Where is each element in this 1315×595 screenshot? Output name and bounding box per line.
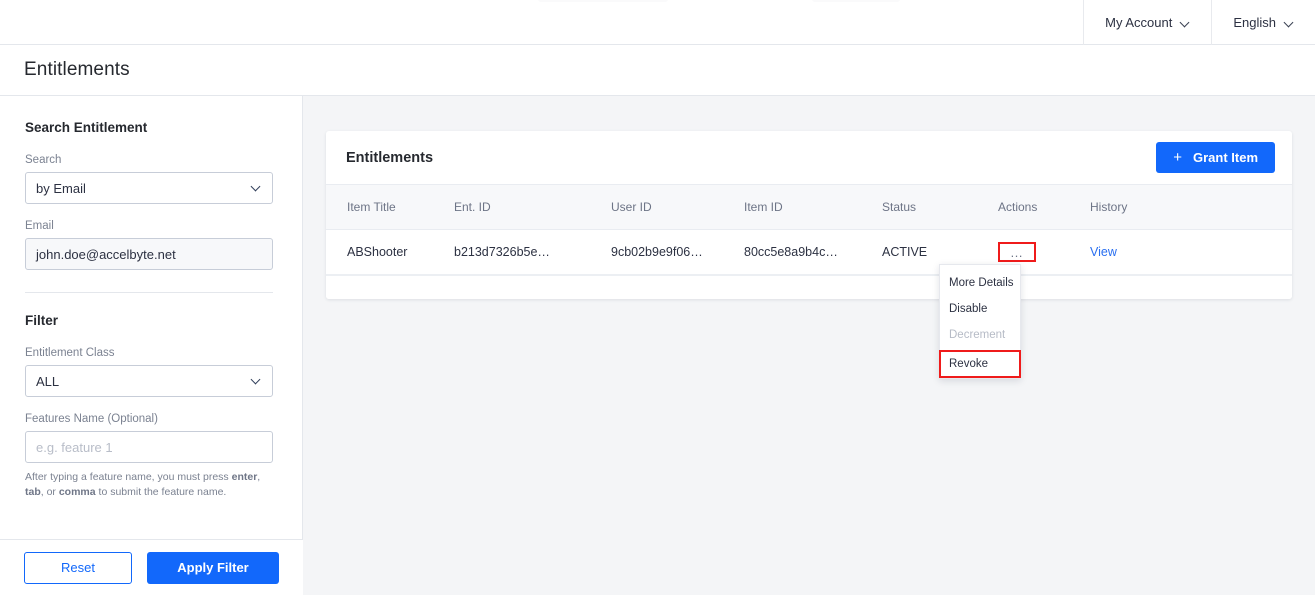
filter-heading: Filter (25, 313, 59, 328)
email-group: Email john.doe@accelbyte.net (25, 220, 274, 270)
email-value: john.doe@accelbyte.net (36, 246, 176, 262)
helper-sep-2: , or (40, 486, 59, 499)
card-header: Entitlements + Grant Item (326, 131, 1292, 184)
language-menu[interactable]: English (1211, 0, 1315, 45)
cell-history: View (1090, 230, 1292, 275)
column-history: History (1090, 200, 1128, 214)
entitlement-class-group: Entitlement Class ALL (25, 347, 274, 397)
cell-item-id: 80cc5e8a9b4c… (744, 245, 838, 259)
cell-user-id: 9cb02b9e9f06… (611, 245, 703, 259)
entitlements-page: My Account English Entitlements Search E… (0, 0, 1315, 595)
features-name-group: Features Name (Optional) e.g. feature 1 … (25, 413, 274, 500)
cell-ent-id: b213d7326b5e… (454, 245, 550, 259)
card-footer (326, 275, 1292, 299)
table-header: Item Title Ent. ID User ID Item ID Statu… (326, 184, 1292, 230)
column-item-title: Item Title (347, 200, 396, 214)
menu-item-more-details[interactable]: More Details (940, 270, 1020, 296)
helper-sep-1: , (257, 471, 261, 483)
chevron-down-icon (252, 183, 262, 193)
menu-item-disable[interactable]: Disable (940, 296, 1020, 322)
helper-key-enter: enter (231, 471, 258, 483)
helper-suffix: to submit the feature name. (95, 486, 227, 499)
table-body: ABShooter b213d7326b5e… 9cb02b9e9f06… 80… (326, 230, 1292, 275)
table-row: ABShooter b213d7326b5e… 9cb02b9e9f06… 80… (326, 230, 1292, 275)
reset-button[interactable]: Reset (24, 551, 132, 584)
cell-item-title: ABShooter (347, 245, 408, 259)
features-name-input[interactable]: e.g. feature 1 (25, 431, 273, 463)
column-item-id: Item ID (744, 200, 783, 214)
entitlement-class-label: Entitlement Class (25, 347, 115, 359)
column-user-id: User ID (611, 200, 652, 214)
search-type-value: by Email (36, 180, 86, 196)
sidebar-footer: Reset Apply Filter (0, 539, 303, 595)
ellipsis-icon: … (1010, 244, 1024, 260)
cut-off-element-left (538, 0, 668, 2)
card-title: Entitlements (346, 149, 434, 166)
menu-item-revoke[interactable]: Revoke (939, 350, 1021, 378)
row-actions-button[interactable]: … (998, 242, 1036, 262)
search-label: Search (25, 154, 62, 166)
menu-item-decrement: Decrement (949, 329, 1006, 341)
page-title: Entitlements (24, 59, 130, 80)
language-label: English (1233, 14, 1276, 30)
features-name-placeholder: e.g. feature 1 (36, 439, 113, 455)
column-status: Status (882, 200, 917, 214)
filter-sidebar: Search Entitlement Search by Email Email… (0, 96, 303, 595)
entitlement-class-value: ALL (36, 373, 60, 389)
row-actions-menu: More Details Disable Decrement Revoke (939, 264, 1021, 379)
table-header-row: Item Title Ent. ID User ID Item ID Statu… (326, 184, 1292, 230)
entitlement-class-select[interactable]: ALL (25, 365, 273, 397)
search-entitlement-heading: Search Entitlement (25, 120, 148, 135)
grant-item-label: Grant Item (1192, 150, 1258, 165)
helper-prefix: After typing a feature name, you must pr… (25, 471, 232, 483)
helper-key-comma: comma (58, 486, 96, 499)
plus-icon: + (1173, 149, 1182, 166)
grant-item-button[interactable]: + Grant Item (1156, 142, 1275, 173)
top-bar: My Account English (0, 0, 1315, 45)
features-helper-text: After typing a feature name, you must pr… (25, 470, 277, 500)
search-type-group: Search by Email (25, 154, 274, 204)
entitlements-table: Item Title Ent. ID User ID Item ID Statu… (326, 184, 1292, 275)
chevron-down-icon (252, 376, 262, 386)
search-type-select[interactable]: by Email (25, 172, 273, 204)
history-view-link[interactable]: View (1090, 245, 1117, 259)
column-ent-id: Ent. ID (454, 200, 491, 214)
my-account-menu[interactable]: My Account (1083, 0, 1211, 45)
cut-off-element-right (812, 0, 900, 2)
column-actions: Actions (998, 200, 1038, 214)
page-title-bar: Entitlements (0, 45, 1315, 96)
entitlements-card: Entitlements + Grant Item Item Title Ent… (326, 131, 1292, 299)
chevron-down-icon (1181, 18, 1190, 27)
sidebar-divider (25, 292, 273, 293)
main-content: Entitlements + Grant Item Item Title Ent… (303, 96, 1315, 595)
features-name-label: Features Name (Optional) (25, 413, 158, 425)
helper-key-tab: tab (25, 486, 41, 499)
email-label: Email (25, 220, 54, 232)
sidebar-content: Search Entitlement Search by Email Email… (0, 96, 302, 500)
email-input[interactable]: john.doe@accelbyte.net (25, 238, 273, 270)
my-account-label: My Account (1105, 14, 1173, 30)
chevron-down-icon (1285, 18, 1294, 27)
apply-filter-button[interactable]: Apply Filter (147, 551, 279, 584)
